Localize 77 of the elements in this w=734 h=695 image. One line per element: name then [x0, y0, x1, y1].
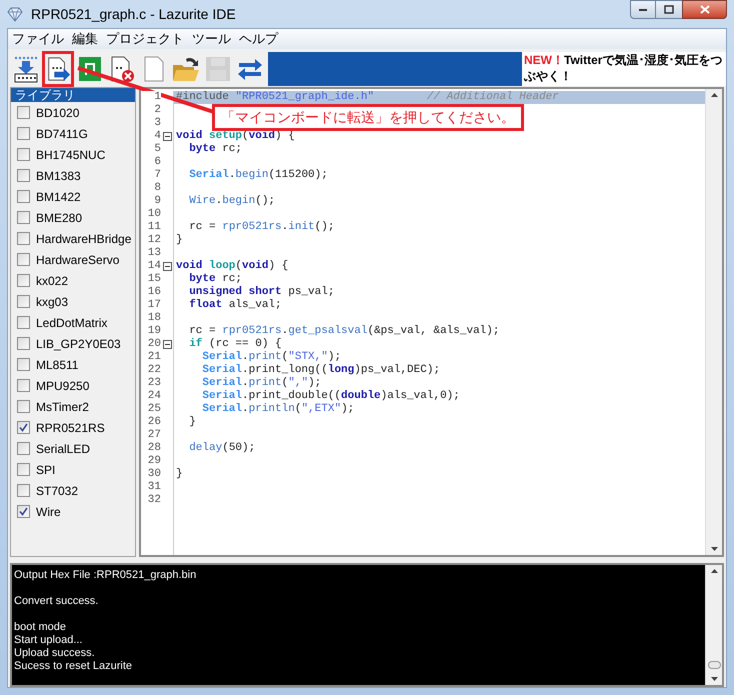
checkbox[interactable] — [17, 211, 30, 224]
scroll-up-icon[interactable] — [710, 569, 718, 573]
gem-icon — [7, 6, 23, 22]
checkmark-icon — [19, 507, 28, 516]
menu-item[interactable]: プロジェクト — [106, 29, 184, 49]
checkbox[interactable] — [17, 253, 30, 266]
console-line: boot mode — [14, 621, 67, 634]
checkbox[interactable] — [17, 232, 30, 245]
callout: 「マイコンボードに転送」を押してください。 — [212, 104, 524, 131]
download-icon — [12, 55, 40, 83]
library-label[interactable]: BD7411G — [36, 124, 88, 142]
library-label[interactable]: kx022 — [36, 272, 68, 290]
checkbox[interactable] — [17, 169, 30, 182]
minimize-button[interactable] — [630, 0, 656, 19]
console-line: Upload success. — [14, 647, 96, 660]
folder-icon — [172, 55, 200, 83]
library-label[interactable]: MPU9250 — [36, 376, 90, 394]
window-title: RPR0521_graph.c - Lazurite IDE — [31, 4, 236, 24]
library-label[interactable]: SPI — [36, 460, 56, 478]
library-label[interactable]: ST7032 — [36, 482, 78, 500]
checkbox[interactable] — [17, 463, 30, 476]
news-text[interactable]: NEW！Twitterで気温･湿度･気圧をつぶやく！ — [524, 52, 724, 84]
checkbox[interactable] — [17, 337, 30, 350]
console-line: Convert success. — [14, 595, 100, 608]
scroll-down-icon[interactable] — [710, 547, 718, 551]
checkmark-icon — [19, 423, 28, 432]
console-line: Sucess to reset Lazurite — [14, 660, 134, 673]
menu-item[interactable]: 編集 — [72, 29, 98, 49]
checkbox[interactable] — [17, 421, 30, 434]
library-label[interactable]: ML8511 — [36, 356, 78, 374]
checkbox[interactable] — [17, 274, 30, 287]
checkbox[interactable] — [17, 358, 30, 371]
library-label[interactable]: BD1020 — [36, 104, 80, 122]
library-label[interactable]: MsTimer2 — [36, 398, 89, 416]
checkbox[interactable] — [17, 316, 30, 329]
checkbox[interactable] — [17, 106, 30, 119]
fold-icon[interactable] — [162, 132, 172, 141]
scrollbar[interactable] — [705, 89, 722, 555]
library-label[interactable]: Wire — [36, 502, 61, 520]
fold-icon[interactable] — [162, 262, 172, 271]
code-editor[interactable] — [139, 87, 724, 557]
checkbox[interactable] — [17, 379, 30, 392]
scroll-down-icon[interactable] — [710, 677, 718, 681]
library-label[interactable]: HardwareHBridge — [36, 230, 132, 248]
scrollbar[interactable] — [705, 565, 722, 685]
checkbox[interactable] — [17, 295, 30, 308]
checkbox[interactable] — [17, 127, 30, 140]
checkbox[interactable] — [17, 442, 30, 455]
minimize-icon — [638, 8, 648, 12]
library-label[interactable]: SerialLED — [36, 440, 90, 458]
maximize-icon — [664, 5, 674, 14]
scroll-up-icon[interactable] — [710, 93, 718, 97]
library-header: ライブラリ — [11, 88, 135, 102]
checkbox[interactable] — [17, 148, 30, 161]
menu-item[interactable]: ヘルプ — [239, 29, 278, 49]
menu-item[interactable]: ファイル — [12, 29, 64, 49]
maximize-button[interactable] — [656, 0, 682, 19]
library-label[interactable]: BME280 — [36, 208, 82, 226]
checkbox[interactable] — [17, 400, 30, 413]
checkbox[interactable] — [17, 190, 30, 203]
library-label[interactable]: kxg03 — [36, 292, 68, 310]
checkbox[interactable] — [17, 484, 30, 497]
library-label[interactable]: RPR0521RS — [36, 418, 105, 436]
console-line: Output Hex File :RPR0521_graph.bin — [14, 569, 198, 582]
library-label[interactable]: LIB_GP2Y0E03 — [36, 334, 121, 352]
scroll-thumb[interactable] — [708, 661, 720, 669]
console-line: Start upload... — [14, 634, 84, 647]
close-icon — [700, 5, 710, 14]
checkbox[interactable] — [17, 505, 30, 518]
library-label[interactable]: LedDotMatrix — [36, 314, 108, 332]
library-label[interactable]: BH1745NUC — [36, 146, 106, 164]
library-label[interactable]: HardwareServo — [36, 250, 120, 268]
menu-item[interactable]: ツール — [192, 29, 231, 49]
close-button[interactable] — [682, 0, 727, 19]
library-label[interactable]: BM1383 — [36, 166, 81, 184]
fold-icon[interactable] — [162, 340, 172, 349]
library-label[interactable]: BM1422 — [36, 188, 81, 206]
